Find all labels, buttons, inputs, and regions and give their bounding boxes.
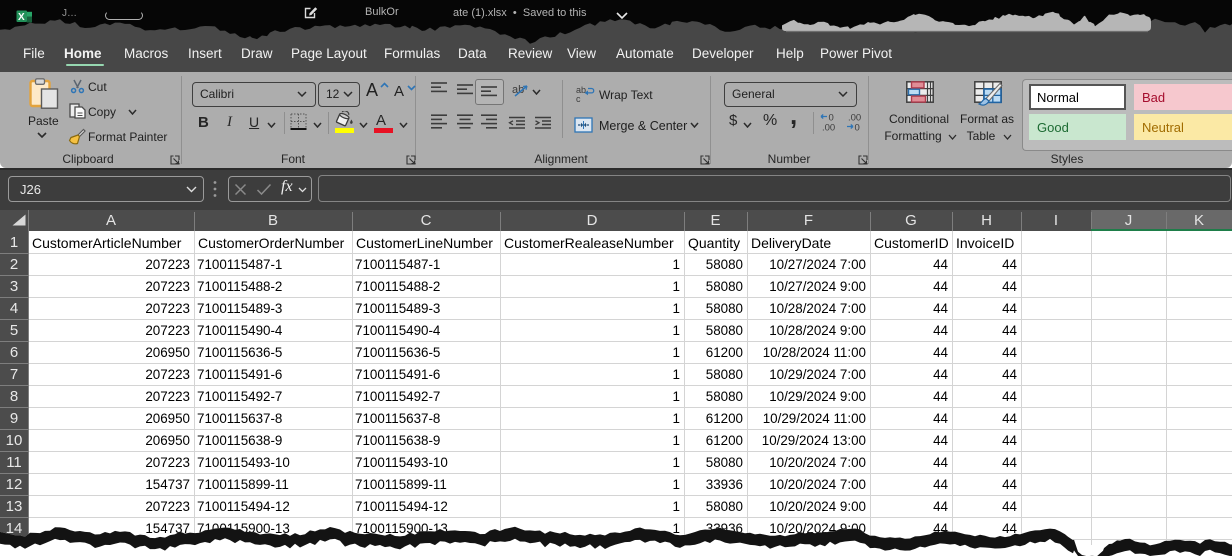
svg-text:.00: .00 xyxy=(822,123,835,133)
svg-text:0: 0 xyxy=(855,123,860,133)
svg-text:c: c xyxy=(576,94,581,103)
